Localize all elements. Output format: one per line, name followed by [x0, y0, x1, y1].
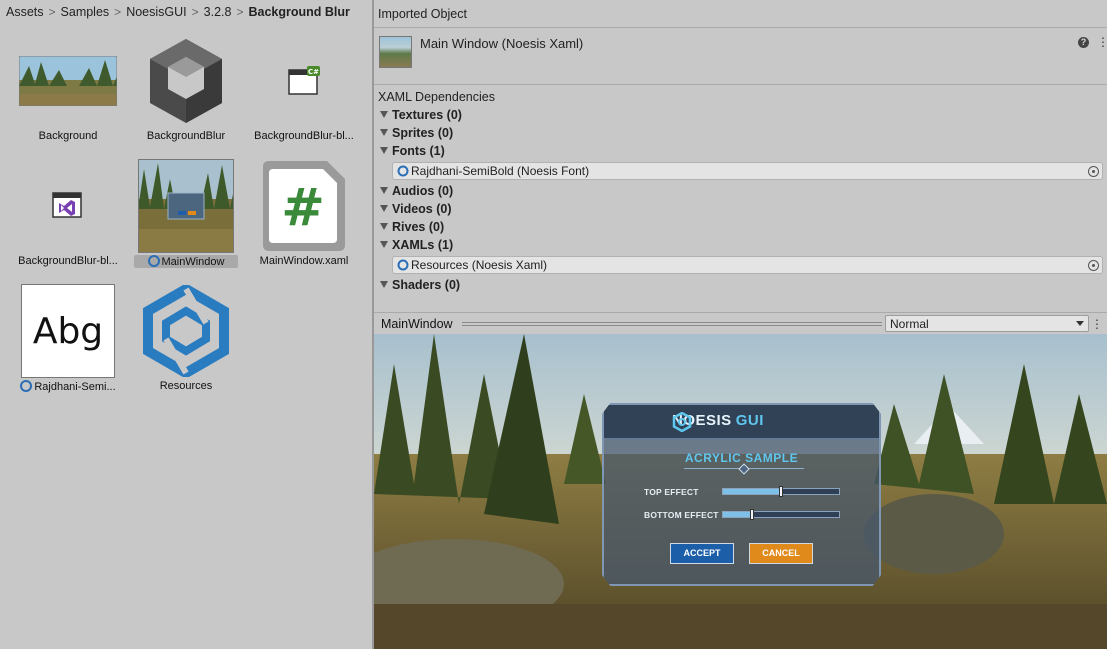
asset-label: BackgroundBlur — [146, 130, 226, 142]
dialog-header: NOESIS GUI — [604, 405, 879, 439]
foldout-triangle-icon — [380, 111, 388, 118]
foldout-triangle-icon — [380, 147, 388, 154]
asset-label: MainWindow — [161, 256, 225, 268]
object-name: Main Window (Noesis Xaml) — [420, 36, 584, 51]
dialog-title: ACRYLIC SAMPLE — [684, 451, 799, 465]
xaml-preview-thumbnail — [136, 157, 236, 255]
foldout-triangle-icon — [380, 129, 388, 136]
preview-title: MainWindow — [381, 317, 453, 331]
asset-label: Rajdhani-Semi... — [34, 381, 116, 393]
group-xamls[interactable]: XAMLs (1) — [380, 238, 453, 252]
visual-studio-icon — [18, 157, 118, 255]
noesis-logo-icon — [20, 380, 33, 392]
foldout-triangle-icon — [380, 281, 388, 288]
breadcrumb-item[interactable]: NoesisGUI — [126, 5, 186, 19]
foldout-triangle-icon — [380, 205, 388, 212]
noesis-gui-logo: NOESIS GUI — [672, 412, 764, 432]
chevron-right-icon: > — [48, 5, 56, 19]
field-value: Rajdhani-SemiBold (Noesis Font) — [411, 164, 590, 178]
dependencies-title: XAML Dependencies — [378, 90, 495, 104]
noesis-logo-icon — [136, 282, 236, 380]
object-thumbnail — [379, 36, 412, 68]
group-label: Videos (0) — [392, 202, 452, 216]
svg-text:C#: C# — [308, 68, 319, 76]
inspector-title: Imported Object — [374, 0, 1107, 28]
preview-mode-select[interactable]: Normal — [885, 315, 1089, 332]
group-label: Audios (0) — [392, 184, 454, 198]
group-label: Rives (0) — [392, 220, 445, 234]
logo-accent-text: GUI — [735, 412, 764, 429]
foldout-triangle-icon — [380, 187, 388, 194]
group-sprites[interactable]: Sprites (0) — [380, 126, 453, 140]
bottom-effect-label: BOTTOM EFFECT — [644, 510, 719, 520]
asset-label: BackgroundBlur-bl... — [18, 255, 118, 267]
cancel-button[interactable]: CANCEL — [749, 543, 813, 564]
font-preview-icon: Abg — [18, 282, 118, 380]
noesis-logo-icon — [397, 259, 409, 271]
asset-label: Background — [38, 130, 98, 142]
hash-file-icon: # — [254, 157, 354, 255]
asset-label-wrap: Rajdhani-Semi... — [16, 380, 120, 393]
foldout-triangle-icon — [380, 223, 388, 230]
breadcrumb-item[interactable]: Samples — [61, 5, 110, 19]
xaml-object-field[interactable]: Resources (Noesis Xaml) — [392, 256, 1103, 274]
slider-thumb[interactable] — [779, 486, 783, 497]
foldout-triangle-icon — [380, 241, 388, 248]
asset-label: MainWindow.xaml — [259, 255, 349, 267]
drag-handle[interactable] — [462, 322, 882, 326]
unity-scene-icon — [136, 32, 236, 130]
top-effect-slider[interactable] — [722, 486, 840, 497]
dropdown-arrow-icon — [1076, 321, 1084, 326]
image-thumbnail — [18, 32, 118, 130]
asset-label: Resources — [159, 380, 213, 392]
csharp-script-icon: C# — [254, 32, 354, 130]
chevron-right-icon: > — [236, 5, 244, 19]
top-effect-label: TOP EFFECT — [644, 487, 699, 497]
slider-thumb[interactable] — [750, 509, 754, 520]
object-picker-icon[interactable] — [1088, 166, 1099, 177]
group-rives[interactable]: Rives (0) — [380, 220, 444, 234]
group-label: XAMLs (1) — [392, 238, 454, 252]
group-shaders[interactable]: Shaders (0) — [380, 278, 460, 292]
group-audios[interactable]: Audios (0) — [380, 184, 453, 198]
acrylic-dialog: NOESIS GUI ACRYLIC SAMPLE TOP EFFECT BOTT… — [602, 403, 881, 586]
inspector-panel: Imported Object Main Window (Noesis Xaml… — [374, 0, 1107, 649]
field-value: Resources (Noesis Xaml) — [411, 258, 548, 272]
chevron-right-icon: > — [114, 5, 122, 19]
group-label: Sprites (0) — [392, 126, 454, 140]
object-picker-icon[interactable] — [1088, 260, 1099, 271]
preview-viewport[interactable]: NOESIS GUI ACRYLIC SAMPLE TOP EFFECT BOTT… — [374, 334, 1107, 649]
breadcrumb-current: Background Blur — [248, 5, 350, 19]
breadcrumb-item[interactable]: Assets — [6, 5, 44, 19]
accept-button[interactable]: ACCEPT — [670, 543, 734, 564]
title-ornament — [684, 468, 804, 469]
noesis-logo-icon — [147, 255, 160, 267]
select-value: Normal — [890, 317, 929, 331]
noesis-logo-icon — [672, 412, 692, 432]
help-icon[interactable]: ? — [1078, 37, 1089, 48]
group-textures[interactable]: Textures (0) — [380, 108, 462, 122]
group-label: Textures (0) — [392, 108, 462, 122]
kebab-menu-icon[interactable]: ⋮ — [1091, 317, 1103, 331]
breadcrumb-item[interactable]: 3.2.8 — [204, 5, 232, 19]
group-fonts[interactable]: Fonts (1) — [380, 144, 445, 158]
slider-fill — [723, 512, 752, 517]
project-browser: Assets > Samples > NoesisGUI > 3.2.8 > Backg… — [0, 0, 372, 649]
slider-fill — [723, 489, 781, 494]
breadcrumb: Assets > Samples > NoesisGUI > 3.2.8 > Backg… — [0, 0, 372, 24]
font-object-field[interactable]: Rajdhani-SemiBold (Noesis Font) — [392, 162, 1103, 180]
group-label: Fonts (1) — [392, 144, 445, 158]
group-label: Shaders (0) — [392, 278, 461, 292]
font-glyph-preview: Abg — [21, 284, 115, 378]
kebab-menu-icon[interactable]: ⋮ — [1097, 35, 1107, 49]
svg-text:#: # — [281, 178, 325, 238]
bottom-effect-slider[interactable] — [722, 509, 840, 520]
chevron-right-icon: > — [191, 5, 199, 19]
preview-header: MainWindow Normal ⋮ — [374, 312, 1107, 334]
asset-label-wrap: MainWindow — [134, 255, 238, 268]
noesis-logo-icon — [397, 165, 409, 177]
group-videos[interactable]: Videos (0) — [380, 202, 452, 216]
asset-label: BackgroundBlur-bl... — [254, 130, 354, 142]
imported-object-header: Main Window (Noesis Xaml) ? ⋮ — [374, 29, 1107, 85]
